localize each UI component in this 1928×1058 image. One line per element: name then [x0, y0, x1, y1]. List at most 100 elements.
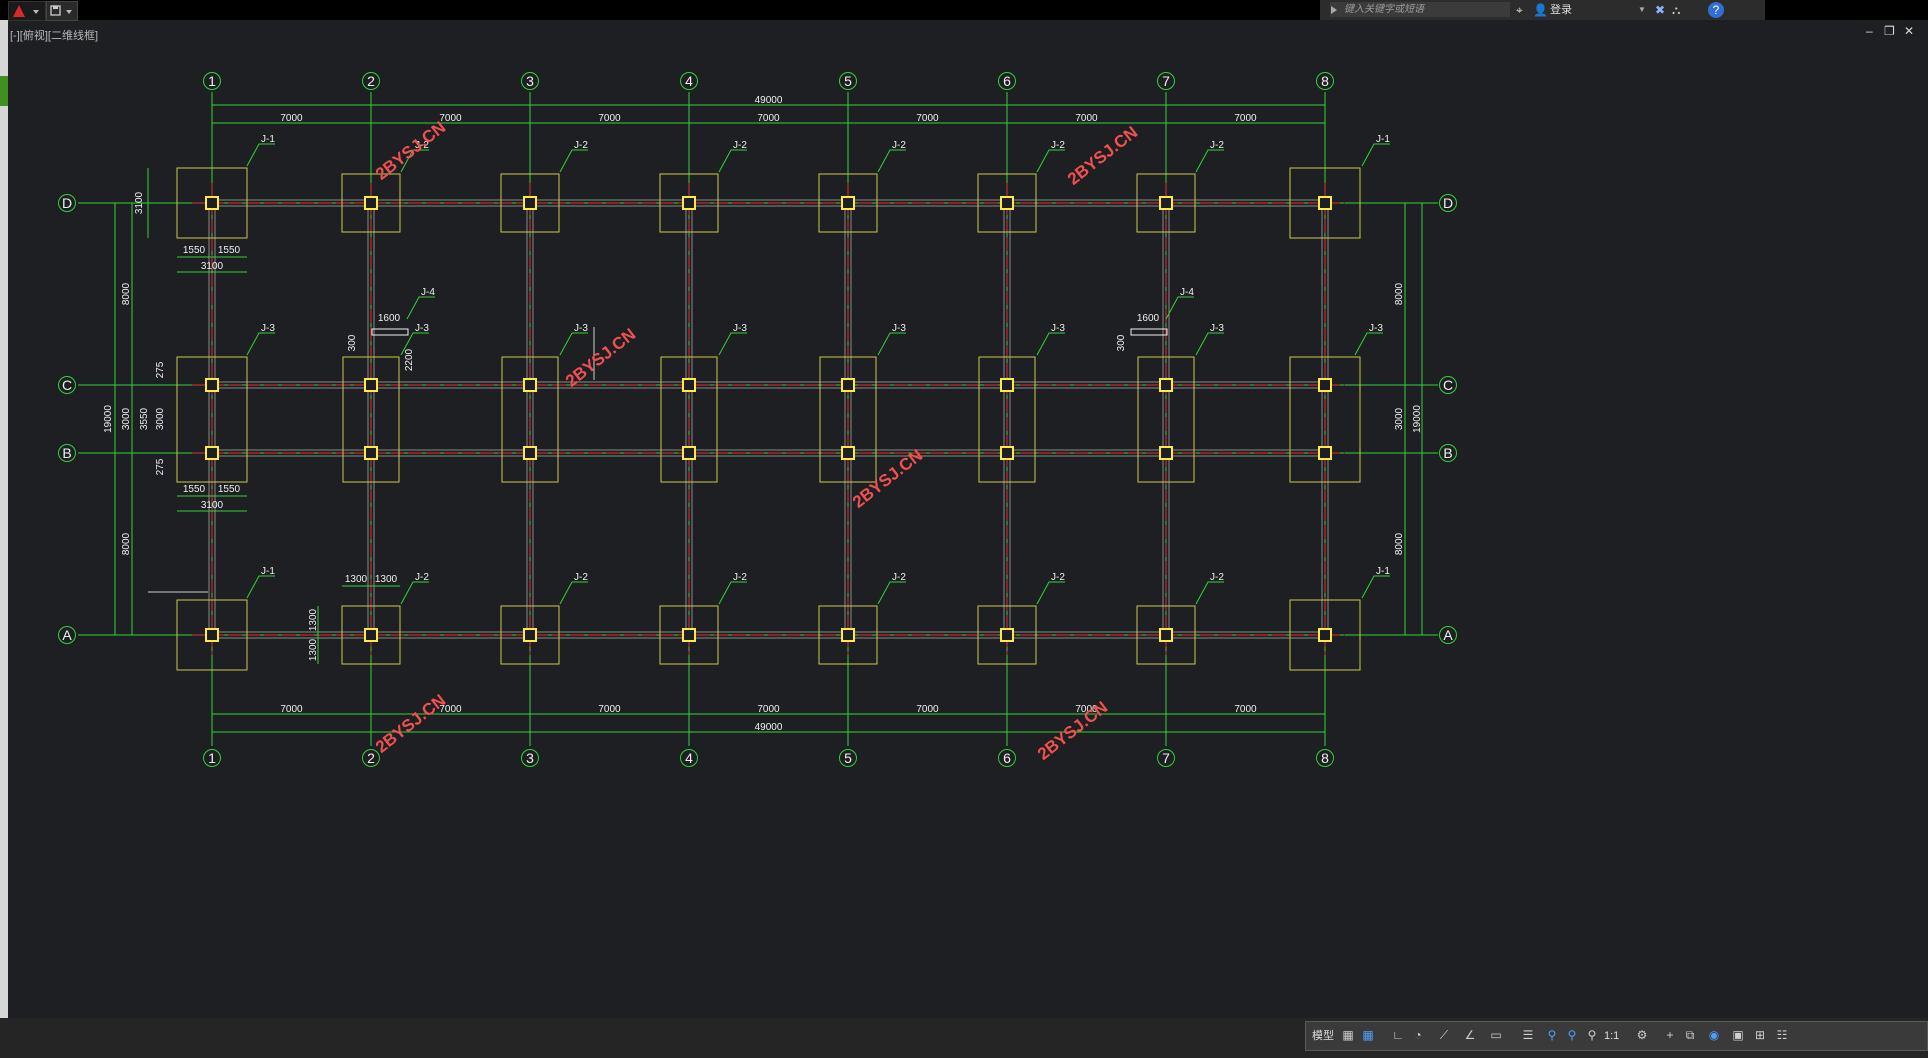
ortho-icon[interactable]: ∟: [1390, 1027, 1406, 1043]
watermark-text: 2BYSJ.CN: [372, 118, 449, 184]
footing-label-j2: J-2: [1051, 140, 1065, 151]
footing-label-j3: J-3: [892, 323, 906, 334]
isolate-icon[interactable]: ◉: [1706, 1027, 1722, 1043]
footing-label-j2-leader: [1036, 581, 1065, 605]
customize-icon[interactable]: ☷: [1774, 1027, 1790, 1043]
autodesk-icon[interactable]: ⛬: [1672, 2, 1680, 18]
footing-label-j3-leader: [1036, 332, 1065, 356]
plus-icon[interactable]: +: [1662, 1027, 1678, 1043]
grid-icon[interactable]: ▦: [1340, 1027, 1356, 1043]
dim-span-top: 7000: [598, 113, 621, 124]
grid-bubble-bottom: 3: [526, 750, 534, 766]
column: [205, 378, 219, 392]
footing-label-j2: J-2: [733, 572, 747, 583]
top-title-bar: 键入关键字或短语 ⌖ 👤 登录 ▼ ✖ ⛬ ?: [0, 0, 1928, 21]
footing-label-j1-leader: [246, 575, 275, 599]
search-input[interactable]: 键入关键字或短语: [1330, 2, 1510, 17]
grid-bubble-top: 8: [1321, 73, 1329, 89]
dim-left-span: 8000: [121, 532, 132, 555]
clean-screen-icon[interactable]: ⊞: [1752, 1027, 1768, 1043]
dim-j4: 1600: [378, 313, 401, 324]
dim-foot-top: 3100: [201, 261, 224, 272]
annotation-visibility-icon[interactable]: ⚲: [1544, 1027, 1560, 1043]
grid-bubble-bottom: 7: [1162, 750, 1170, 766]
footing-label-j2-leader: [877, 581, 906, 605]
drawing-canvas[interactable]: 1 1 2 2 3 3 4 4 5 5 6 6 7 7 8 8 D D C C B B A A 49000 7000 7000 700…: [8, 20, 1928, 1028]
footing-label-j3-leader: [1195, 332, 1224, 356]
osnap-icon[interactable]: ⟋: [1436, 1027, 1452, 1043]
save-icon: [50, 5, 72, 16]
grid-bubble-right: D: [1443, 195, 1453, 211]
footing-label-j3: J-3: [261, 323, 275, 334]
footing-label-j4: J-4: [1180, 287, 1194, 298]
column: [1000, 628, 1014, 642]
footing-label-j4: J-4: [421, 287, 435, 298]
dim-span-top: 7000: [1075, 113, 1098, 124]
column: [364, 196, 378, 210]
units-icon[interactable]: ⧉: [1682, 1027, 1698, 1043]
dim-foot-bottom: 3100: [201, 500, 224, 511]
watermark-text: 2BYSJ.CN: [372, 691, 449, 757]
column: [1159, 628, 1173, 642]
footing-label-j2: J-2: [574, 140, 588, 151]
footing-label-j4-leader: [1165, 296, 1194, 320]
ducs-icon[interactable]: ▭: [1488, 1027, 1504, 1043]
annotation-scale-icon[interactable]: ⚲: [1584, 1027, 1600, 1043]
grid-bubble-bottom: 6: [1003, 750, 1011, 766]
watermark-text: 2BYSJ.CN: [1064, 123, 1141, 189]
dim-span-bottom: 7000: [598, 704, 621, 715]
hardware-accel-icon[interactable]: ▣: [1730, 1027, 1746, 1043]
snap-icon[interactable]: ▦: [1360, 1027, 1376, 1043]
dim-span-top: 7000: [1234, 113, 1257, 124]
footing-label-j3: J-3: [733, 323, 747, 334]
dim-span-top: 7000: [757, 113, 780, 124]
grid-bubble-left: A: [62, 627, 72, 643]
column: [682, 196, 696, 210]
grid-bubble-top: 6: [1003, 73, 1011, 89]
search-toggle-icon[interactable]: [1330, 5, 1338, 15]
footing-label-j3-leader: [877, 332, 906, 356]
footing-label-j2-leader: [559, 149, 588, 173]
exchange-icon[interactable]: ✖: [1655, 2, 1665, 18]
dim-j4: 300: [1116, 334, 1127, 351]
scale-selector[interactable]: 1:1: [1604, 1027, 1619, 1045]
model-tab[interactable]: 模型: [1312, 1027, 1334, 1045]
polar-icon[interactable]: ◔: [1410, 1027, 1426, 1043]
status-toolbar: 模型 ▦ ▦ ∟ ◔ ⟋ ∠ ▭ ☰ ⚲ ⚲ ⚲ 1:1 ⚙ + ⧉ ◉ ▣ ⊞…: [1305, 1021, 1928, 1051]
column: [1000, 378, 1014, 392]
grid-bubble-bottom: 8: [1321, 750, 1329, 766]
grid-bubble-bottom: 4: [685, 750, 693, 766]
dim-right-span: 8000: [1394, 282, 1405, 305]
footing-label-j3: J-3: [415, 323, 429, 334]
footing-label-j2-leader: [1195, 581, 1224, 605]
grid-bubble-bottom: 2: [367, 750, 375, 766]
otrack-icon[interactable]: ∠: [1462, 1027, 1478, 1043]
column: [841, 628, 855, 642]
column: [1159, 196, 1173, 210]
quick-access-toolbar[interactable]: [46, 1, 78, 21]
autoscale-icon[interactable]: ⚲: [1564, 1027, 1580, 1043]
column: [523, 196, 537, 210]
grid-bubble-right: A: [1443, 627, 1453, 643]
footing-label-j1: J-1: [261, 134, 275, 145]
login-button[interactable]: 登录: [1550, 0, 1572, 20]
footing-label-j4-leader: [406, 296, 435, 320]
grid-bubble-top: 4: [685, 73, 693, 89]
grid-bubble-top: 7: [1162, 73, 1170, 89]
grid-bubble-top: 5: [844, 73, 852, 89]
column: [682, 628, 696, 642]
lineweight-icon[interactable]: ☰: [1520, 1027, 1536, 1043]
binoculars-icon[interactable]: ⌖: [1516, 2, 1523, 18]
login-dropdown-icon[interactable]: ▼: [1638, 2, 1646, 18]
footing-label-j1: J-1: [261, 566, 275, 577]
footing-label-j3-leader: [718, 332, 747, 356]
footing-label-j1: J-1: [1376, 134, 1390, 145]
workspace-gear-icon[interactable]: ⚙: [1634, 1027, 1650, 1043]
grid-bubble-top: 2: [367, 73, 375, 89]
footing-label-j2: J-2: [415, 572, 429, 583]
column: [523, 378, 537, 392]
dim-span-bottom: 7000: [1234, 704, 1257, 715]
palette-tab[interactable]: [0, 76, 8, 106]
help-icon[interactable]: ?: [1708, 2, 1724, 18]
application-menu-button[interactable]: [8, 1, 46, 21]
